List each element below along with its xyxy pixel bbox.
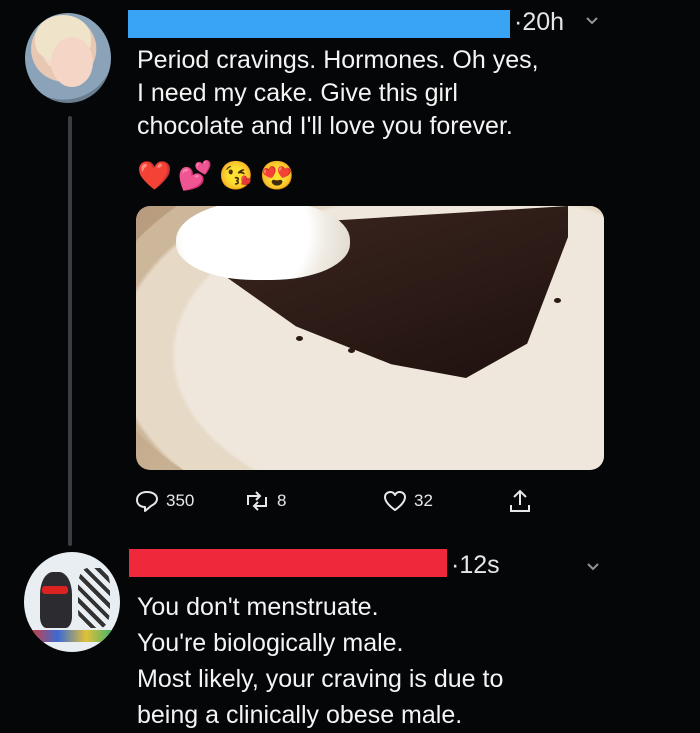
- thread-connector-line: [68, 116, 72, 546]
- red-heart-emoji: ❤️: [137, 160, 172, 191]
- reply-body: You don't menstruate. You're biologicall…: [137, 589, 503, 733]
- avatar-decoration: [78, 568, 110, 628]
- two-hearts-emoji: 💕: [177, 160, 213, 191]
- face-blowing-kiss-emoji: 😘: [218, 160, 254, 191]
- reply-text-line: Most likely, your craving is due to: [137, 665, 504, 693]
- redacted-author-name: [128, 10, 510, 38]
- tweet-body: Period cravings. Hormones. Oh yes, I nee…: [137, 44, 539, 143]
- reply-text-line: being a clinically obese male.: [137, 701, 463, 729]
- share-icon: [508, 488, 532, 514]
- photo-crumb: [554, 298, 561, 303]
- reply-icon: [134, 489, 160, 513]
- heart-eyes-emoji: 😍: [259, 160, 295, 191]
- like-button[interactable]: 32: [382, 484, 433, 518]
- timestamp-text: 12s: [459, 551, 500, 579]
- retweet-button[interactable]: 8: [243, 484, 286, 518]
- tweet-text-line: chocolate and I'll love you forever.: [137, 112, 513, 140]
- photo-crumb: [296, 336, 303, 341]
- reply-button[interactable]: 350: [134, 484, 194, 518]
- chevron-down-icon[interactable]: [584, 12, 600, 33]
- avatar-color-strip: [30, 630, 114, 642]
- heart-icon: [382, 489, 408, 513]
- avatar-face: [51, 37, 93, 87]
- photo-crumb: [348, 348, 355, 353]
- avatar-sunglasses: [42, 586, 68, 594]
- reply-text-line: You're biologically male.: [137, 629, 404, 657]
- reply-count: 350: [166, 491, 195, 510]
- reply-author-avatar[interactable]: [24, 552, 120, 652]
- photo-whipped-cream: [176, 206, 350, 280]
- like-count: 32: [414, 491, 433, 510]
- tweet-actions-bar: 350 8 32: [0, 484, 700, 518]
- retweet-count: 8: [277, 491, 287, 510]
- tweet-timestamp[interactable]: ·20h: [514, 8, 564, 37]
- reply-text-line: You don't menstruate.: [137, 593, 379, 621]
- avatar-figure: [40, 572, 72, 628]
- share-button[interactable]: [508, 484, 532, 518]
- chevron-down-icon[interactable]: [585, 558, 601, 579]
- author-avatar[interactable]: [25, 13, 111, 103]
- reply-timestamp[interactable]: ·12s: [451, 551, 500, 580]
- timestamp-text: 20h: [522, 8, 565, 36]
- retweet-icon: [243, 489, 271, 513]
- redacted-reply-author-name: [129, 549, 447, 577]
- tweet-emojis: ❤️ 💕 😘 😍: [137, 158, 295, 194]
- tweet-text-line: Period cravings. Hormones. Oh yes,: [137, 46, 539, 74]
- tweet-photo-chocolate-cake[interactable]: [136, 206, 604, 470]
- tweet-text-line: I need my cake. Give this girl: [137, 79, 458, 107]
